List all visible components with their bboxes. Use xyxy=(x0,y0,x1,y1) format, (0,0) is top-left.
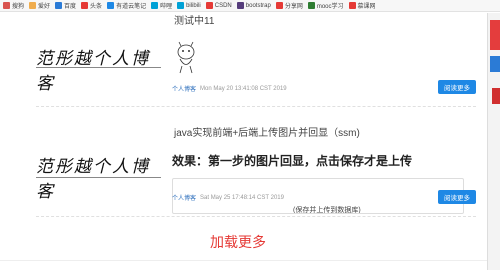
read-more-button[interactable]: 阅读更多 xyxy=(438,80,476,94)
side-widget-blue[interactable] xyxy=(490,56,500,72)
logo-underline xyxy=(36,177,161,178)
bookmark-aihao[interactable]: 爱好 xyxy=(29,1,50,10)
post-title[interactable]: 测试中11 xyxy=(174,12,214,27)
post-title[interactable]: java实现前端+后端上传图片并回显（ssm) xyxy=(174,124,360,139)
post-summary-heading: 效果：第一步的图片回显，点击保存才是上传 xyxy=(172,154,413,168)
bookmark-icon xyxy=(55,2,63,9)
bookmark-icon xyxy=(275,2,283,9)
bookmark-sogou[interactable]: 搜狗 xyxy=(3,1,24,10)
bookmark-bili-cn[interactable]: 哔哩 xyxy=(151,1,172,10)
blog-post-card: 范彤越个人博客 测试中11 个人博客 Mon May 20 13:41:08 C… xyxy=(36,12,476,104)
bookmark-toutiao[interactable]: 头条 xyxy=(81,1,102,10)
bookmark-icon xyxy=(205,2,213,9)
scrollbar[interactable] xyxy=(487,13,500,270)
post-excerpt-text: (保存并上传到数据库) xyxy=(293,207,361,214)
post-divider xyxy=(36,216,476,217)
post-timestamp: Sat May 25 17:48:14 CST 2019 xyxy=(200,194,284,201)
bookmark-baidu[interactable]: 百度 xyxy=(55,1,76,10)
bookmarks-bar: 搜狗 爱好 百度 头条 有道云笔记 哔哩 bilibili CSDN boots… xyxy=(0,0,500,12)
bookmark-bootstrap[interactable]: bootstrap xyxy=(236,2,271,9)
bookmark-mooc[interactable]: mooc学习 xyxy=(307,1,344,10)
bookmark-imooc[interactable]: 慕课网 xyxy=(348,1,376,10)
bookmark-icon xyxy=(81,2,89,9)
bookmark-icon xyxy=(29,2,37,9)
bookmark-icon xyxy=(107,2,115,9)
post-divider xyxy=(36,106,476,107)
post-meta: 个人博客 Mon May 20 13:41:08 CST 2019 xyxy=(172,84,287,94)
bookmark-icon xyxy=(3,2,10,9)
post-timestamp: Mon May 20 13:41:08 CST 2019 xyxy=(200,85,287,92)
bookmark-share[interactable]: 分享网 xyxy=(275,1,303,10)
bookmark-icon xyxy=(307,2,315,9)
read-more-button[interactable]: 阅读更多 xyxy=(438,190,476,204)
bookmark-youdao[interactable]: 有道云笔记 xyxy=(107,1,146,10)
logo-underline xyxy=(36,67,161,68)
bookmark-csdn[interactable]: CSDN xyxy=(205,2,232,9)
bookmark-icon xyxy=(348,2,356,9)
side-widget-red-2[interactable] xyxy=(492,88,500,104)
post-author[interactable]: 个人博客 xyxy=(172,84,196,93)
doodle-image xyxy=(177,41,195,74)
load-more-link[interactable]: 加载更多 xyxy=(210,232,266,252)
post-meta: 个人博客 Sat May 25 17:48:14 CST 2019 xyxy=(172,193,284,203)
post-author[interactable]: 个人博客 xyxy=(172,193,196,202)
page-bottom-border xyxy=(0,260,487,261)
blog-logo: 范彤越个人博客 xyxy=(36,49,150,94)
bookmark-bilibili[interactable]: bilibili xyxy=(177,2,201,9)
blog-post-card: 范彤越个人博客 java实现前端+后端上传图片并回显（ssm) 效果：第一步的图… xyxy=(36,118,476,214)
bookmark-icon xyxy=(151,2,159,9)
blog-logo: 范彤越个人博客 xyxy=(36,157,150,202)
bookmark-icon xyxy=(177,2,185,9)
side-widget-red[interactable] xyxy=(490,20,500,50)
bookmark-icon xyxy=(236,2,244,9)
